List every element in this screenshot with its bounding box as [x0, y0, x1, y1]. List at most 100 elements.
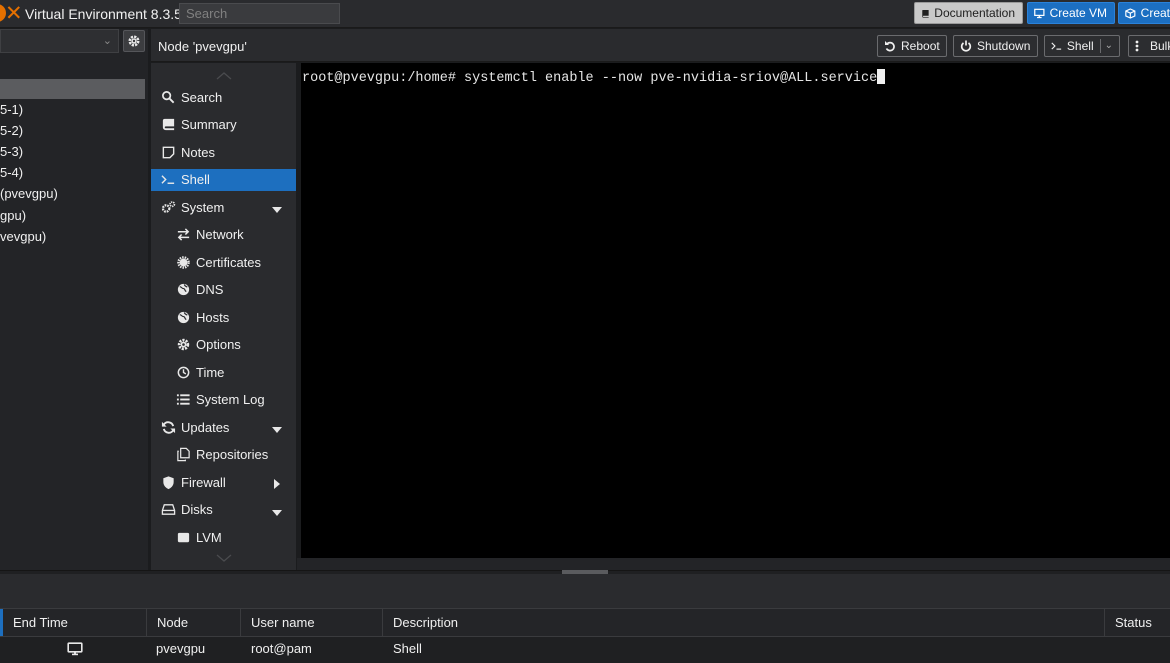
tree-item[interactable]: 5-1) [0, 102, 23, 117]
row-status [1105, 637, 1115, 661]
caret-right-icon[interactable] [274, 477, 280, 492]
menu-item-lvm[interactable]: LVM [151, 526, 296, 548]
search-input[interactable] [179, 3, 340, 24]
caret-down-icon[interactable] [272, 505, 282, 520]
shell-label: Shell [1066, 39, 1094, 53]
reboot-button[interactable]: Reboot [877, 35, 947, 57]
tree-item[interactable]: 5-3) [0, 144, 23, 159]
globe-icon [175, 309, 191, 325]
documentation-button[interactable]: Documentation [914, 2, 1023, 24]
shell-button[interactable]: Shell ⌄ [1044, 35, 1120, 57]
menu-item-network[interactable]: Network [151, 224, 296, 246]
menu-item-system-log[interactable]: System Log [151, 389, 296, 411]
caret-down-icon[interactable] [272, 422, 282, 437]
shutdown-button[interactable]: Shutdown [953, 35, 1038, 57]
hdd-icon [160, 502, 176, 518]
chevron-down-icon: ⌄ [102, 35, 112, 47]
menu-item-disks[interactable]: Disks [151, 499, 296, 521]
bulk-actions-button[interactable]: Bulk [1128, 35, 1170, 57]
logo-x-icon: ✕ [5, 1, 23, 25]
column-node[interactable]: Node [147, 609, 241, 636]
menu-item-label: Updates [181, 419, 230, 435]
caret-down-icon[interactable] [272, 202, 282, 217]
column-status[interactable]: Status [1105, 609, 1170, 636]
exchange-icon [175, 227, 191, 243]
terminal-bottom-strip [297, 558, 1170, 570]
tree-item-selected[interactable] [0, 79, 145, 99]
menu-item-options[interactable]: Options [151, 334, 296, 356]
menu-item-notes[interactable]: Notes [151, 141, 296, 163]
create-vm-button[interactable]: Create VM [1027, 2, 1115, 24]
menu-item-firewall[interactable]: Firewall [151, 471, 296, 493]
shield-icon [160, 474, 176, 490]
note-icon [160, 144, 176, 160]
top-bar: ✕ Virtual Environment 8.3.5 Documentatio… [0, 0, 1170, 28]
menu-item-label: Shell [181, 172, 210, 187]
monitor-icon [1034, 8, 1045, 18]
menu-item-shell[interactable]: Shell [151, 168, 296, 191]
terminal-view[interactable]: root@pvevgpu:/home# systemctl enable --n… [301, 63, 1170, 558]
row-user-name: root@pam [251, 641, 312, 656]
menu-item-search[interactable]: Search [151, 86, 296, 108]
panel-splitter-handle[interactable] [562, 570, 608, 574]
menu-item-label: Search [181, 89, 223, 105]
square-icon [175, 529, 191, 545]
terminal-icon [160, 172, 176, 188]
book-icon [160, 117, 176, 133]
create-ct-label: Creat [1140, 6, 1170, 20]
tree-item[interactable]: gpu) [0, 208, 26, 223]
files-icon [175, 447, 191, 463]
clock-icon [175, 364, 191, 380]
documentation-label: Documentation [934, 6, 1015, 20]
certificate-icon [175, 254, 191, 270]
scroll-down-icon[interactable] [216, 553, 232, 563]
menu-item-hosts[interactable]: Hosts [151, 306, 296, 328]
menu-item-label: Disks [181, 502, 213, 517]
globe-icon [175, 282, 191, 298]
tree-settings-button[interactable] [123, 30, 145, 52]
create-ct-button[interactable]: Creat [1118, 2, 1170, 24]
menu-item-updates[interactable]: Updates [151, 416, 296, 438]
tree-item[interactable]: vevgpu) [0, 229, 46, 244]
menu-item-certificates[interactable]: Certificates [151, 251, 296, 273]
resource-tree-panel: ⌄ 5-1) 5-2) 5-3) 5-4) (pvevgpu) gpu) vevgpu) [0, 29, 148, 570]
menu-item-repositories[interactable]: Repositories [151, 444, 296, 466]
ellipsis-vertical-icon [1135, 40, 1139, 52]
cogs-icon [160, 199, 176, 215]
power-icon [960, 40, 972, 52]
log-tab-bar [0, 574, 1170, 608]
task-log-panel: End Time Node User name Description Stat… [0, 570, 1170, 663]
menu-item-dns[interactable]: DNS [151, 279, 296, 301]
menu-item-summary[interactable]: Summary [151, 114, 296, 136]
app-title: Virtual Environment 8.3.5 [25, 6, 182, 22]
terminal-icon [1051, 42, 1062, 50]
menu-item-label: Firewall [181, 474, 226, 490]
scroll-up-icon[interactable] [216, 71, 232, 81]
terminal-line: root@pvevgpu:/home# systemctl enable --n… [302, 69, 886, 86]
column-user-name[interactable]: User name [241, 609, 383, 636]
monitor-icon [67, 640, 83, 663]
column-description[interactable]: Description [383, 609, 1105, 636]
menu-item-label: DNS [196, 282, 224, 297]
menu-item-label: Repositories [196, 447, 269, 462]
gear-icon [128, 35, 140, 47]
menu-item-label: Options [196, 337, 241, 352]
tree-item[interactable]: 5-4) [0, 165, 23, 180]
reboot-label: Reboot [901, 39, 940, 53]
column-end-time[interactable]: End Time [3, 609, 147, 636]
view-selector[interactable]: ⌄ [0, 29, 119, 53]
menu-item-system[interactable]: System [151, 196, 296, 218]
tree-item[interactable]: (pvevgpu) [0, 186, 58, 201]
menu-item-time[interactable]: Time [151, 361, 296, 383]
search-icon [160, 89, 176, 105]
menu-item-label: Network [196, 227, 244, 242]
tree-item[interactable]: 5-2) [0, 123, 23, 138]
undo-icon [885, 41, 895, 52]
chevron-down-icon[interactable]: ⌄ [1099, 39, 1113, 53]
node-menu: Search Summary Notes Shell System Network Cert… [151, 63, 296, 570]
log-table-header: End Time Node User name Description Stat… [0, 608, 1170, 637]
table-row[interactable]: pvevgpu root@pam Shell [0, 637, 1170, 661]
row-description: Shell [393, 641, 422, 656]
menu-item-label: Notes [181, 144, 215, 160]
row-node: pvevgpu [156, 641, 206, 656]
